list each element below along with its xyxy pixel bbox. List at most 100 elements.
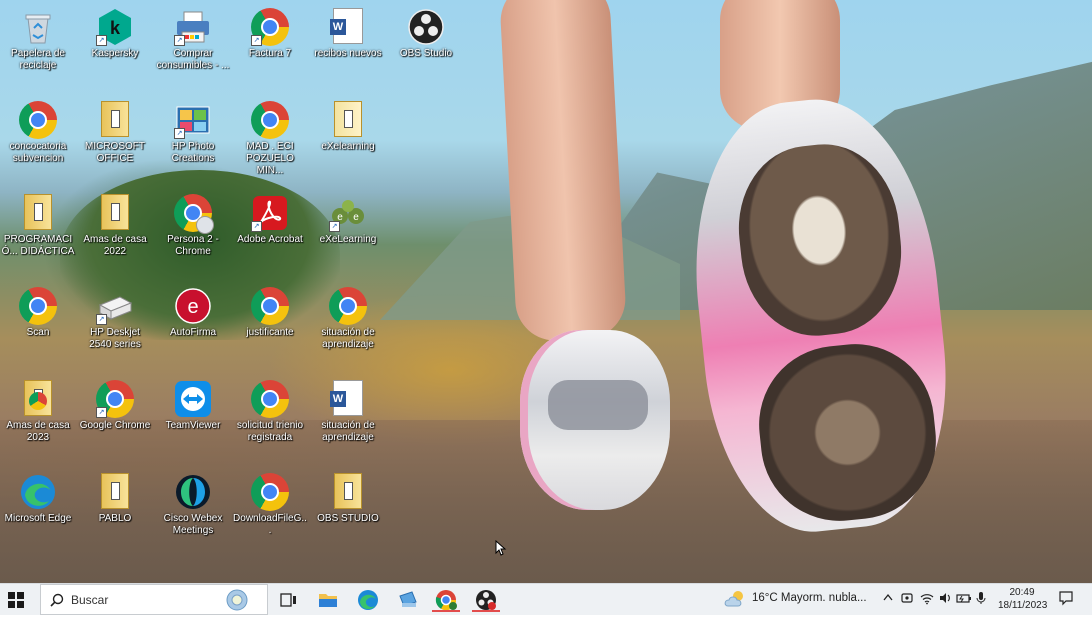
desktop-icon-hp-photo-creations[interactable]: ↗ HP Photo Creations	[155, 97, 231, 183]
desktop-icon-autofirma[interactable]: e AutoFirma	[155, 283, 231, 369]
teamviewer-icon	[174, 380, 212, 418]
microphone-icon[interactable]	[976, 591, 986, 608]
icon-label: Comprar consumibles - ...	[156, 48, 230, 71]
icon-label: eXeLearning	[319, 234, 377, 245]
icon-label: Papelera de reciclaje	[11, 48, 65, 71]
desktop-icon-situacion-aprendizaje-word[interactable]: situación de aprendizaje	[310, 376, 386, 462]
desktop-icon-hp-deskjet[interactable]: ↗ HP Deskjet 2540 series	[77, 283, 153, 369]
taskbar: Buscar 16°C Mayorm. nubla... 20:49 18/11…	[0, 583, 1092, 615]
taskbar-file-explorer[interactable]	[316, 588, 340, 612]
icon-label: concocatoria subvencion	[9, 141, 67, 164]
desktop-icon-google-chrome[interactable]: ↗ Google Chrome	[77, 376, 153, 462]
system-clock[interactable]: 20:49 18/11/2023	[998, 586, 1048, 612]
desktop-icon-programacion-didactica[interactable]: PROGRAMACIÓ... DIDÁCTICA	[0, 190, 76, 276]
folder-icon	[96, 473, 134, 511]
hp-printer-icon: ↗	[96, 287, 134, 325]
desktop-icon-recibos-nuevos[interactable]: recibos nuevos	[310, 4, 386, 90]
chrome-badge-icon	[29, 392, 47, 410]
active-indicator	[472, 610, 500, 612]
desktop-icon-persona-2-chrome[interactable]: Persona 2 - Chrome	[155, 190, 231, 276]
icon-label: PROGRAMACIÓ... DIDÁCTICA	[1, 234, 75, 257]
show-hidden-icons-chevron-icon[interactable]	[882, 590, 894, 609]
desktop-icon-obs-studio-folder[interactable]: OBS STUDIO	[310, 469, 386, 555]
desktop-icon-cisco-webex[interactable]: Cisco Webex Meetings	[155, 469, 231, 555]
icon-label: Kaspersky	[91, 48, 139, 59]
wallpaper-shoe-left-band	[548, 380, 648, 430]
desktop-icon-teamviewer[interactable]: TeamViewer	[155, 376, 231, 462]
desktop-icon-solicitud-trienio[interactable]: solicitud trienio registrada	[232, 376, 308, 462]
chrome-icon	[251, 287, 289, 325]
battery-icon[interactable]	[956, 591, 972, 608]
desktop-icon-adobe-acrobat[interactable]: ↗ Adobe Acrobat	[232, 190, 308, 276]
edge-icon	[358, 590, 378, 610]
icon-label: PABLO	[98, 513, 132, 524]
taskbar-chrome[interactable]	[432, 588, 460, 612]
icon-label: Amas de casa 2022	[83, 234, 147, 257]
start-button[interactable]	[8, 592, 24, 608]
app-window-icon	[399, 591, 417, 607]
taskbar-obs[interactable]	[472, 588, 500, 612]
icon-label: OBS STUDIO	[317, 513, 379, 524]
desktop-icon-exelearning-folder[interactable]: eXelearning	[310, 97, 386, 183]
weather-text[interactable]: 16°C Mayorm. nubla...	[752, 592, 867, 604]
taskbar-edge[interactable]	[356, 588, 380, 612]
chrome-icon	[251, 101, 289, 139]
shortcut-arrow-icon: ↗	[174, 128, 185, 139]
icon-label: Google Chrome	[79, 420, 151, 431]
desktop-icon-recycle-bin[interactable]: Papelera de reciclaje	[0, 4, 76, 90]
chrome-icon	[435, 590, 457, 611]
icon-label: situación de aprendizaje	[321, 420, 375, 443]
shortcut-arrow-icon: ↗	[251, 221, 262, 232]
wallpaper-leg-left	[498, 0, 628, 343]
desktop-icon-mad-eci-pozuelo[interactable]: MAD . ECI POZUELO MIN...	[232, 97, 308, 183]
autofirma-icon: e	[174, 287, 212, 325]
icon-label: situación de aprendizaje	[321, 327, 375, 350]
profile-avatar-icon	[196, 216, 214, 234]
shortcut-arrow-icon: ↗	[96, 35, 107, 46]
meet-now-icon[interactable]	[900, 591, 914, 608]
printer-icon: ↗	[174, 8, 212, 46]
icon-label: recibos nuevos	[314, 48, 382, 59]
mouse-cursor-icon	[495, 539, 507, 561]
desktop-icon-pablo[interactable]: PABLO	[77, 469, 153, 555]
shortcut-arrow-icon: ↗	[329, 221, 340, 232]
taskbar-search-box[interactable]: Buscar	[40, 584, 268, 615]
desktop-icon-amas-de-casa-2022[interactable]: Amas de casa 2022	[77, 190, 153, 276]
desktop-icon-obs-studio[interactable]: OBS Studio	[388, 4, 464, 90]
task-view-icon	[280, 593, 296, 607]
icon-label: Microsoft Edge	[4, 513, 72, 524]
weather-cloud-icon[interactable]	[724, 590, 746, 608]
desktop-icon-microsoft-edge[interactable]: Microsoft Edge	[0, 469, 76, 555]
icon-label: eXelearning	[321, 141, 375, 152]
folder-icon	[329, 473, 367, 511]
desktop-icon-justificante[interactable]: justificante	[232, 283, 308, 369]
desktop-icon-microsoft-office[interactable]: MICROSOFT OFFICE	[77, 97, 153, 183]
chrome-icon	[329, 287, 367, 325]
kaspersky-icon: k ↗	[96, 8, 134, 46]
desktop-icon-factura-7[interactable]: ↗ Factura 7	[232, 4, 308, 90]
task-view-button[interactable]	[276, 588, 300, 612]
icon-label: Adobe Acrobat	[237, 234, 303, 245]
shortcut-arrow-icon: ↗	[174, 35, 185, 46]
desktop-icon-downloadfileg[interactable]: DownloadFileG...	[232, 469, 308, 555]
chrome-icon: ↗	[251, 8, 289, 46]
desktop-icon-comprar-consumibles[interactable]: ↗ Comprar consumibles - ...	[155, 4, 231, 90]
clock-date: 18/11/2023	[998, 600, 1048, 611]
word-document-icon	[329, 380, 367, 418]
desktop-icon-scan[interactable]: Scan	[0, 283, 76, 369]
wifi-icon[interactable]	[920, 591, 934, 608]
icon-label: justificante	[246, 327, 294, 338]
taskbar-app-window[interactable]	[396, 588, 420, 612]
icon-label: MAD . ECI POZUELO MIN...	[246, 141, 294, 176]
volume-icon[interactable]	[938, 591, 952, 608]
chrome-profile-icon	[174, 194, 214, 234]
desktop-icon-concocatoria-subvencion[interactable]: concocatoria subvencion	[0, 97, 76, 183]
icon-label: MICROSOFT OFFICE	[85, 141, 145, 164]
desktop-icon-amas-de-casa-2023[interactable]: Amas de casa 2023	[0, 376, 76, 462]
desktop-icon-situacion-aprendizaje-chrome[interactable]: situación de aprendizaje	[310, 283, 386, 369]
notification-center-icon[interactable]	[1058, 590, 1074, 609]
desktop-icon-kaspersky[interactable]: k ↗ Kaspersky	[77, 4, 153, 90]
obs-icon	[476, 590, 496, 610]
folder-icon	[96, 101, 134, 139]
desktop-icon-exelearning-app[interactable]: ee ↗ eXeLearning	[310, 190, 386, 276]
